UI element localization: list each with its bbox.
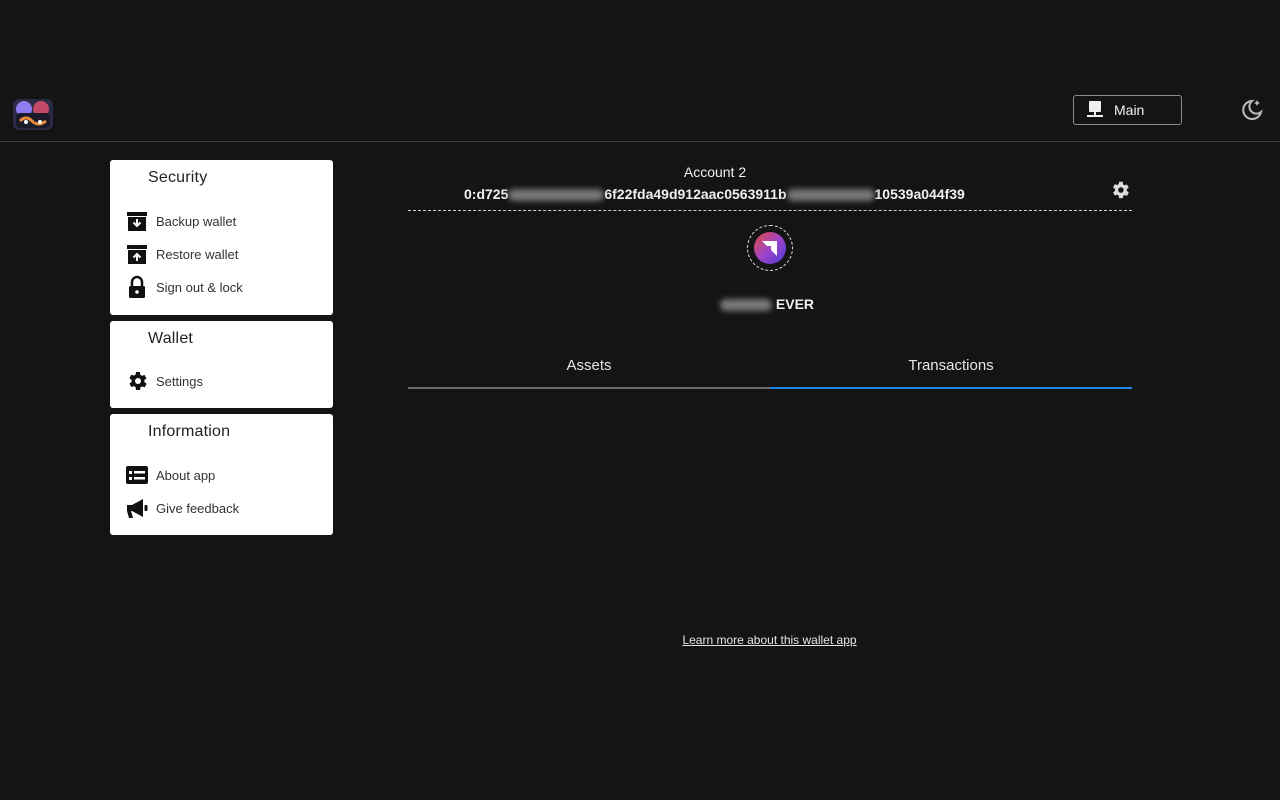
tab-assets[interactable]: Assets (408, 350, 770, 388)
lock-icon (124, 274, 150, 300)
wallet-title: Wallet (148, 330, 194, 347)
active-tab-indicator (770, 387, 1132, 389)
give-feedback-item[interactable]: Give feedback (124, 494, 324, 522)
give-feedback-label: Give feedback (156, 500, 240, 516)
information-card: Information About app Give feedback (110, 414, 333, 535)
header-divider (0, 141, 1280, 142)
about-app-item[interactable]: About app (124, 461, 324, 489)
address-redaction (508, 189, 605, 202)
backup-wallet-item[interactable]: Backup wallet (124, 207, 324, 235)
server-icon (1086, 100, 1104, 121)
wallet-page: Main Security Backup wallet Restore wall… (0, 0, 1280, 800)
archive-down-icon (124, 208, 150, 234)
information-title: Information (148, 423, 231, 440)
gear-icon (124, 368, 150, 394)
address-prefix: 0:d725 (464, 186, 509, 202)
megaphone-icon (124, 495, 150, 521)
balance-currency: EVER (775, 296, 815, 312)
account-address[interactable]: 0:d725 6f22fda49d912aac0563911b 10539a044f… (464, 186, 965, 202)
settings-label: Settings (156, 373, 203, 389)
ever-token-icon (747, 225, 793, 271)
archive-up-icon (124, 241, 150, 267)
tab-transactions[interactable]: Transactions (770, 350, 1132, 388)
card-list-icon (124, 462, 150, 488)
sign-out-lock-item[interactable]: Sign out & lock (124, 273, 324, 301)
balance-display: EVER (720, 296, 814, 312)
settings-item[interactable]: Settings (124, 367, 324, 395)
address-suffix: 10539a044f39 (874, 186, 965, 202)
restore-wallet-label: Restore wallet (156, 246, 239, 262)
address-redaction (786, 189, 875, 202)
account-settings-gear-icon[interactable] (1109, 179, 1131, 201)
address-middle: 6f22fda49d912aac0563911b (604, 186, 787, 202)
restore-wallet-item[interactable]: Restore wallet (124, 240, 324, 268)
learn-more-link[interactable]: Learn more about this wallet app (0, 633, 1280, 647)
network-label: Main (1114, 102, 1145, 118)
about-app-label: About app (156, 467, 216, 483)
wallet-card: Wallet Settings (110, 321, 333, 408)
app-logo[interactable] (12, 97, 54, 131)
balance-redaction (720, 299, 772, 312)
backup-wallet-label: Backup wallet (156, 213, 237, 229)
account-name: Account 2 (683, 164, 747, 180)
moon-icon[interactable] (1238, 97, 1264, 123)
security-card: Security Backup wallet Restore wallet Si… (110, 160, 333, 315)
sign-out-lock-label: Sign out & lock (156, 279, 243, 295)
account-divider (408, 210, 1132, 211)
network-selector-button[interactable]: Main (1073, 95, 1182, 125)
wallet-tabs: Assets Transactions (408, 350, 1132, 390)
